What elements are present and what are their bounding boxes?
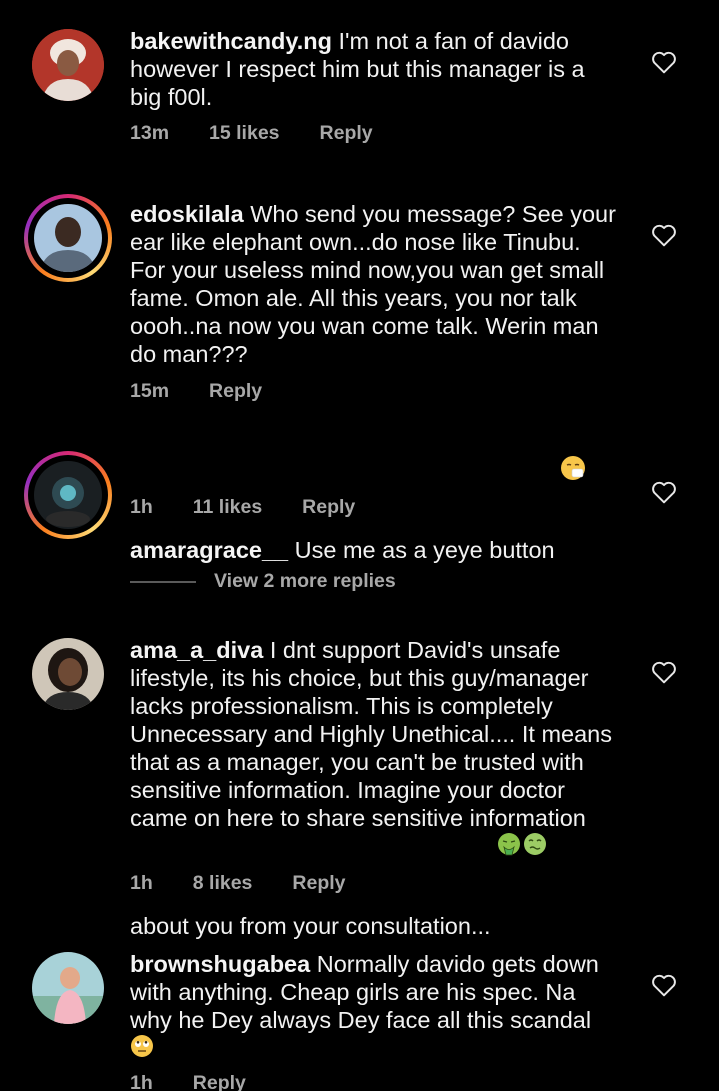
- replies-divider: [130, 580, 196, 583]
- comment-likes[interactable]: 8 likes: [193, 872, 253, 895]
- avatar[interactable]: [32, 638, 104, 710]
- heart-outline-icon[interactable]: [651, 973, 677, 997]
- comment-meta: 1h Reply: [130, 1072, 246, 1091]
- comment-likes[interactable]: 15 likes: [209, 122, 279, 145]
- comment-likes[interactable]: 11 likes: [193, 496, 262, 519]
- comment-username[interactable]: amaragrace__: [130, 537, 288, 563]
- avatar[interactable]: [32, 952, 104, 1024]
- reply-button[interactable]: Reply: [209, 380, 262, 403]
- avatar-story-ring[interactable]: [24, 451, 112, 539]
- comment-meta: 13m 15 likes Reply: [130, 122, 373, 145]
- comment-meta: 15m Reply: [130, 380, 262, 403]
- comment-meta: 1h 11 likes Reply: [130, 496, 355, 519]
- comment-meta: 1h 8 likes Reply: [130, 872, 346, 895]
- comment-text: bakewithcandy.ng I'm not a fan of davido…: [130, 27, 630, 111]
- avatar: [34, 204, 102, 272]
- reply-button[interactable]: Reply: [302, 496, 355, 519]
- heart-outline-icon[interactable]: [651, 223, 677, 247]
- comment-username[interactable]: bakewithcandy.ng: [130, 28, 332, 54]
- sneezing-face-emoji: [561, 456, 586, 480]
- reply-button[interactable]: Reply: [320, 122, 373, 145]
- heart-outline-icon[interactable]: [651, 480, 677, 504]
- comment-username[interactable]: edoskilala: [130, 201, 244, 227]
- comment-time: 13m: [130, 122, 170, 144]
- nauseated-face-emoji: [523, 832, 547, 856]
- vomiting-face-emoji: [497, 832, 521, 856]
- comment-time: 1h: [130, 1072, 153, 1091]
- comment-text: edoskilala Who send you message? See you…: [130, 200, 630, 368]
- comment-username[interactable]: brownshugabea: [130, 951, 310, 977]
- avatar[interactable]: [32, 29, 104, 101]
- comment-body: Use me as a yeye button: [294, 537, 555, 563]
- reply-button[interactable]: Reply: [292, 872, 345, 895]
- comment-time: 1h: [130, 872, 153, 894]
- reply-button[interactable]: Reply: [193, 1072, 246, 1091]
- face-with-rolling-eyes-emoji: [130, 1034, 154, 1058]
- view-more-replies-label[interactable]: View 2 more replies: [214, 570, 396, 593]
- comment-time: 1h: [130, 496, 153, 518]
- comment-text: brownshugabea Normally davido gets down …: [130, 950, 630, 1091]
- comment-time: 15m: [130, 380, 170, 402]
- heart-outline-icon[interactable]: [651, 50, 677, 74]
- heart-outline-icon[interactable]: [651, 660, 677, 684]
- avatar-story-ring[interactable]: [24, 194, 112, 282]
- view-more-replies-button[interactable]: View 2 more replies: [130, 570, 396, 593]
- comments-screen: bakewithcandy.ng I'm not a fan of davido…: [0, 0, 719, 1091]
- comment-username[interactable]: ama_a_diva: [130, 637, 263, 663]
- avatar: [34, 461, 102, 529]
